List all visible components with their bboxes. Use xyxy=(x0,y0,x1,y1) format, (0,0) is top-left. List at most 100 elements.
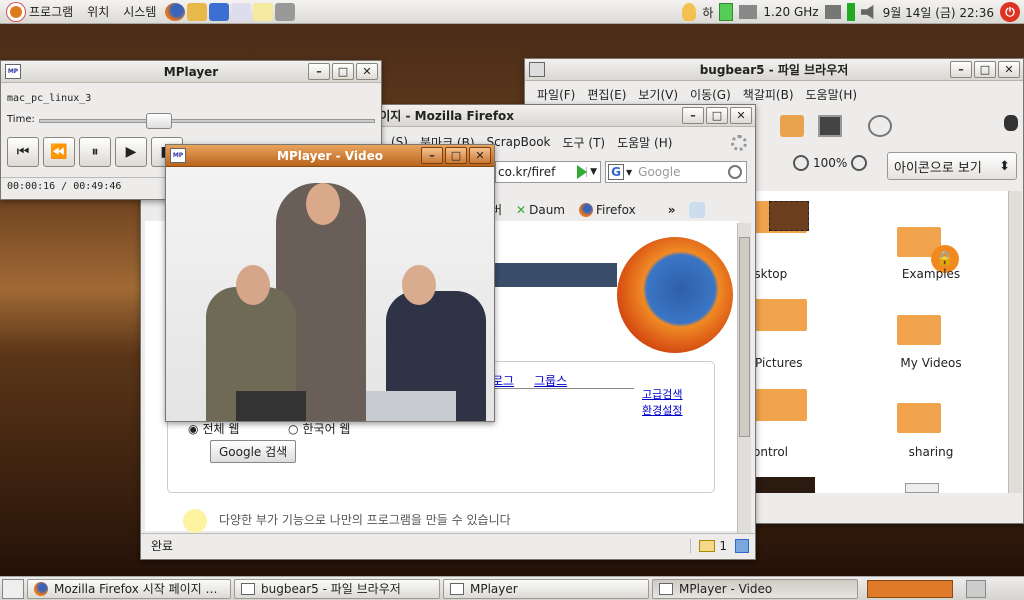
vertical-scrollbar[interactable] xyxy=(737,223,751,533)
volume-icon[interactable] xyxy=(860,5,874,19)
radio-korean-web[interactable]: ○ 한국어 웹 xyxy=(288,420,350,437)
show-desktop-icon[interactable] xyxy=(2,578,24,599)
office-launcher-icon[interactable] xyxy=(209,2,230,21)
firefox-launcher-icon[interactable] xyxy=(165,2,186,21)
minimize-button[interactable]: – xyxy=(950,61,972,78)
battery-level-icon[interactable] xyxy=(846,3,855,21)
user-icon[interactable] xyxy=(682,3,697,21)
file-browser-titlebar[interactable]: bugbear5 - 파일 브라우저 – □ ✕ xyxy=(525,59,1023,81)
control-folder-icon[interactable] xyxy=(747,389,807,421)
maximize-button[interactable]: □ xyxy=(974,61,996,78)
close-button[interactable]: ✕ xyxy=(469,147,491,164)
computer-icon[interactable] xyxy=(818,115,842,137)
maximize-button[interactable]: □ xyxy=(332,63,354,80)
folder-label[interactable]: Examples xyxy=(891,267,971,281)
search-icon[interactable] xyxy=(868,115,892,137)
task-mplayer-video[interactable]: MPlayer - Video xyxy=(652,578,858,599)
menu-view[interactable]: 보기(V) xyxy=(632,86,684,103)
trash-icon[interactable] xyxy=(966,579,986,598)
bookmark-firefox[interactable]: Firefox xyxy=(579,202,636,217)
view-mode-select[interactable]: 아이콘으로 보기 ⬍ xyxy=(887,152,1017,180)
google-engine-icon[interactable]: G xyxy=(608,164,624,180)
rewind-icon[interactable]: ⏪ xyxy=(43,137,75,167)
minimize-button[interactable]: – xyxy=(308,63,330,80)
messenger-launcher-icon[interactable] xyxy=(187,2,208,21)
menu-file[interactable]: 파일(F) xyxy=(531,86,581,103)
clock[interactable]: 9월 14일 (금) 22:36 xyxy=(883,4,994,21)
search-box[interactable]: G ▼ Google xyxy=(605,161,747,183)
minimize-button[interactable]: – xyxy=(421,147,443,164)
mplayer-launcher-icon[interactable] xyxy=(231,2,252,21)
task-file-browser[interactable]: bugbear5 - 파일 브라우저 xyxy=(234,578,440,599)
link-blog[interactable]: 로그 xyxy=(492,372,514,389)
task-label: bugbear5 - 파일 브라우저 xyxy=(261,582,401,596)
task-mplayer[interactable]: MPlayer xyxy=(443,578,649,599)
bookmark-daum[interactable]: ✕ Daum xyxy=(516,203,565,217)
menu-places[interactable]: 위치 xyxy=(80,3,116,20)
scrapbook-icon[interactable] xyxy=(689,201,706,218)
folder-label[interactable]: My Videos xyxy=(885,356,977,370)
folder-label[interactable]: esktop xyxy=(747,267,807,281)
video-frame[interactable] xyxy=(166,167,494,421)
sharing-folder-icon[interactable] xyxy=(897,403,941,433)
video-face xyxy=(306,183,340,225)
folder-label[interactable]: Pictures xyxy=(755,356,803,370)
zoom-in-icon[interactable] xyxy=(851,155,868,171)
monitor-icon[interactable] xyxy=(824,5,841,19)
zoom-controls: 100% xyxy=(793,155,868,171)
skip-back-icon[interactable]: ⏮ xyxy=(7,137,39,167)
link-groups[interactable]: 그룹스 xyxy=(534,372,567,389)
radio-all-web[interactable]: ◉ 전체 웹 xyxy=(188,420,239,437)
image-thumbnail-icon[interactable] xyxy=(769,201,809,231)
close-button[interactable]: ✕ xyxy=(998,61,1020,78)
my-videos-folder-icon[interactable] xyxy=(897,315,941,345)
mail-notifier[interactable]: 1 xyxy=(690,538,735,553)
scrollbar-thumb[interactable] xyxy=(739,237,750,437)
text-editor-launcher-icon[interactable] xyxy=(253,2,274,21)
link-advanced-search[interactable]: 고급검색 xyxy=(642,386,682,402)
google-search-button[interactable]: Google 검색 xyxy=(210,440,297,463)
mplayer-icon: MP xyxy=(170,148,186,163)
menu-applications[interactable]: 프로그램 xyxy=(0,2,80,21)
seek-thumb[interactable] xyxy=(145,113,172,129)
engine-dropdown-icon[interactable]: ▼ xyxy=(626,168,632,177)
pictures-folder-icon[interactable] xyxy=(747,299,807,331)
url-text: co.kr/firef xyxy=(498,165,556,179)
chevron-right-icon[interactable]: » xyxy=(668,203,676,217)
folder-label[interactable]: sharing xyxy=(891,445,971,459)
search-icon[interactable] xyxy=(728,165,742,179)
video-titlebar[interactable]: MP MPlayer - Video – □ ✕ xyxy=(166,145,494,167)
pause-icon[interactable]: ⏸ xyxy=(79,137,111,167)
menu-help[interactable]: 도움말(H) xyxy=(800,86,864,103)
menu-go[interactable]: 이동(G) xyxy=(684,86,737,103)
scrapbook-status-icon[interactable] xyxy=(735,538,749,553)
vertical-scrollbar[interactable] xyxy=(1008,191,1022,493)
text-file-icon[interactable] xyxy=(905,483,939,493)
link-settings[interactable]: 환경설정 xyxy=(642,402,682,418)
go-arrow-icon[interactable] xyxy=(577,165,587,179)
image-thumbnail-icon[interactable] xyxy=(755,477,815,493)
home-folder-icon[interactable] xyxy=(780,115,804,137)
folder-label[interactable]: ontrol xyxy=(753,445,788,459)
menu-system[interactable]: 시스템 xyxy=(116,3,163,20)
seek-bar[interactable] xyxy=(39,113,375,129)
keyboard-indicator[interactable]: 하 xyxy=(702,4,713,21)
mplayer-titlebar[interactable]: MP MPlayer – □ ✕ xyxy=(1,61,381,83)
workspace-switcher[interactable] xyxy=(867,579,953,598)
maximize-button[interactable]: □ xyxy=(445,147,467,164)
maximize-button[interactable]: □ xyxy=(706,107,728,124)
power-icon[interactable]: ⏻ xyxy=(1000,2,1020,22)
zoom-out-icon[interactable] xyxy=(793,155,809,171)
play-icon[interactable]: ▶ xyxy=(115,137,147,167)
battery-icon[interactable] xyxy=(719,3,734,21)
menu-help[interactable]: 도움말 (H) xyxy=(611,134,678,151)
task-firefox[interactable]: Mozilla Firefox 시작 페이지 … xyxy=(27,578,231,599)
menu-edit[interactable]: 편집(E) xyxy=(581,86,632,103)
minimize-button[interactable]: – xyxy=(682,107,704,124)
close-button[interactable]: ✕ xyxy=(730,107,752,124)
menu-tools[interactable]: 도구 (T) xyxy=(557,134,612,151)
menu-bookmarks[interactable]: 책갈피(B) xyxy=(737,86,800,103)
close-button[interactable]: ✕ xyxy=(356,63,378,80)
url-dropdown-icon[interactable]: ▼ xyxy=(586,167,600,177)
terminal-launcher-icon[interactable] xyxy=(275,2,296,21)
